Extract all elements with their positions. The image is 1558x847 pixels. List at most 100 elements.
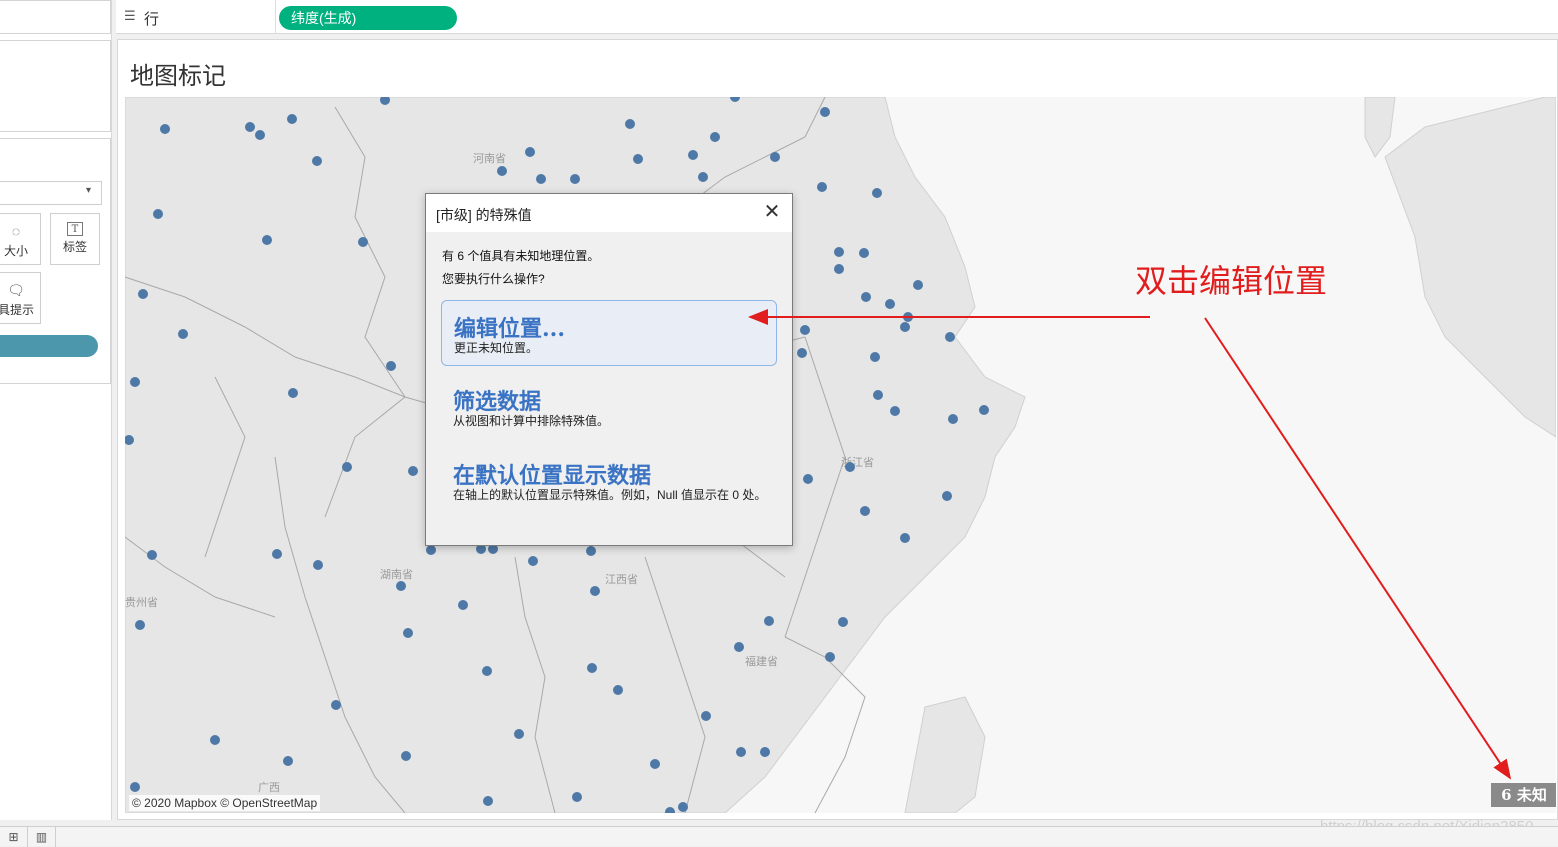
rows-label: 行 [144, 11, 160, 28]
city-dot[interactable] [845, 462, 855, 472]
city-dot[interactable] [945, 332, 955, 342]
city-dot[interactable] [255, 130, 265, 140]
map-view[interactable]: 河南省 湖南省 江西省 浙江省 福建省 贵州省 广西 © 2020 Mapbox… [125, 97, 1556, 813]
city-dot[interactable] [820, 107, 830, 117]
city-dot[interactable] [590, 586, 600, 596]
city-dot[interactable] [650, 759, 660, 769]
city-dot[interactable] [313, 560, 323, 570]
city-dot[interactable] [245, 122, 255, 132]
city-dot[interactable] [736, 747, 746, 757]
city-dot[interactable] [312, 156, 322, 166]
city-dot[interactable] [861, 292, 871, 302]
city-dot[interactable] [331, 700, 341, 710]
close-icon[interactable]: ✕ [762, 202, 782, 222]
label-button[interactable]: T 标签 [50, 213, 100, 265]
city-dot[interactable] [834, 264, 844, 274]
city-dot[interactable] [272, 549, 282, 559]
city-dot[interactable] [514, 729, 524, 739]
city-dot[interactable] [900, 322, 910, 332]
city-dot[interactable] [803, 474, 813, 484]
city-dot[interactable] [262, 235, 272, 245]
city-dot[interactable] [764, 616, 774, 626]
city-dot[interactable] [698, 172, 708, 182]
city-dot[interactable] [160, 124, 170, 134]
city-dot[interactable] [536, 174, 546, 184]
new-dashboard-icon[interactable]: ▥ [28, 827, 56, 847]
chevron-down-icon: ▾ [86, 185, 92, 196]
city-dot[interactable] [903, 312, 913, 322]
city-dot[interactable] [403, 628, 413, 638]
city-dot[interactable] [979, 405, 989, 415]
city-dot[interactable] [386, 361, 396, 371]
size-button[interactable]: ◌ 大小 [0, 213, 41, 265]
show-default-title: 在默认位置显示数据 [453, 463, 652, 489]
city-dot[interactable] [701, 711, 711, 721]
city-dot[interactable] [688, 150, 698, 160]
city-dot[interactable] [870, 352, 880, 362]
city-dot[interactable] [528, 556, 538, 566]
map-canvas: 河南省 湖南省 江西省 浙江省 福建省 贵州省 广西 [125, 97, 1556, 813]
mark-type-dropdown[interactable]: ▾ [0, 181, 102, 205]
city-dot[interactable] [342, 462, 352, 472]
city-dot[interactable] [913, 280, 923, 290]
city-dot[interactable] [283, 756, 293, 766]
city-dot[interactable] [770, 152, 780, 162]
city-dot[interactable] [948, 414, 958, 424]
city-dot[interactable] [587, 663, 597, 673]
city-dot[interactable] [497, 166, 507, 176]
city-dot[interactable] [586, 546, 596, 556]
unknown-values-badge[interactable]: 6 未知 [1491, 783, 1556, 807]
city-dot[interactable] [838, 617, 848, 627]
city-dot[interactable] [130, 782, 140, 792]
map-attribution: © 2020 Mapbox © OpenStreetMap [129, 795, 321, 811]
city-dot[interactable] [633, 154, 643, 164]
city-dot[interactable] [153, 209, 163, 219]
city-dot[interactable] [797, 348, 807, 358]
filter-data-option[interactable]: 筛选数据 从视图和计算中排除特殊值。 [441, 374, 777, 440]
city-dot[interactable] [401, 751, 411, 761]
new-sheet-icon[interactable]: ⊞ [0, 827, 28, 847]
city-dot[interactable] [678, 802, 688, 812]
edit-locations-option[interactable]: 编辑位置... 更正未知位置。 [441, 300, 777, 366]
city-dot[interactable] [358, 237, 368, 247]
color-pill[interactable] [0, 335, 98, 357]
city-dot[interactable] [426, 545, 436, 555]
city-dot[interactable] [817, 182, 827, 192]
city-dot[interactable] [900, 533, 910, 543]
city-dot[interactable] [942, 491, 952, 501]
show-default-option[interactable]: 在默认位置显示数据 在轴上的默认位置显示特殊值。例如，Null 值显示在 0 处… [441, 448, 777, 530]
city-dot[interactable] [570, 174, 580, 184]
city-dot[interactable] [288, 388, 298, 398]
edit-locations-title: 编辑位置... [454, 316, 565, 342]
city-dot[interactable] [525, 147, 535, 157]
city-dot[interactable] [710, 132, 720, 142]
city-dot[interactable] [458, 600, 468, 610]
city-dot[interactable] [860, 506, 870, 516]
city-dot[interactable] [873, 390, 883, 400]
city-dot[interactable] [625, 119, 635, 129]
city-dot[interactable] [760, 747, 770, 757]
city-dot[interactable] [483, 796, 493, 806]
city-dot[interactable] [408, 466, 418, 476]
city-dot[interactable] [885, 299, 895, 309]
city-dot[interactable] [834, 247, 844, 257]
city-dot[interactable] [396, 581, 406, 591]
city-dot[interactable] [482, 666, 492, 676]
city-dot[interactable] [210, 735, 220, 745]
city-dot[interactable] [135, 620, 145, 630]
city-dot[interactable] [825, 652, 835, 662]
city-dot[interactable] [147, 550, 157, 560]
city-dot[interactable] [613, 685, 623, 695]
city-dot[interactable] [287, 114, 297, 124]
city-dot[interactable] [138, 289, 148, 299]
city-dot[interactable] [178, 329, 188, 339]
city-dot[interactable] [872, 188, 882, 198]
city-dot[interactable] [130, 377, 140, 387]
city-dot[interactable] [572, 792, 582, 802]
city-dot[interactable] [800, 325, 810, 335]
city-dot[interactable] [734, 642, 744, 652]
tooltip-button[interactable]: 🗨 具提示 [0, 272, 41, 324]
city-dot[interactable] [890, 406, 900, 416]
latitude-pill[interactable]: 纬度(生成) [279, 6, 457, 30]
city-dot[interactable] [859, 248, 869, 258]
